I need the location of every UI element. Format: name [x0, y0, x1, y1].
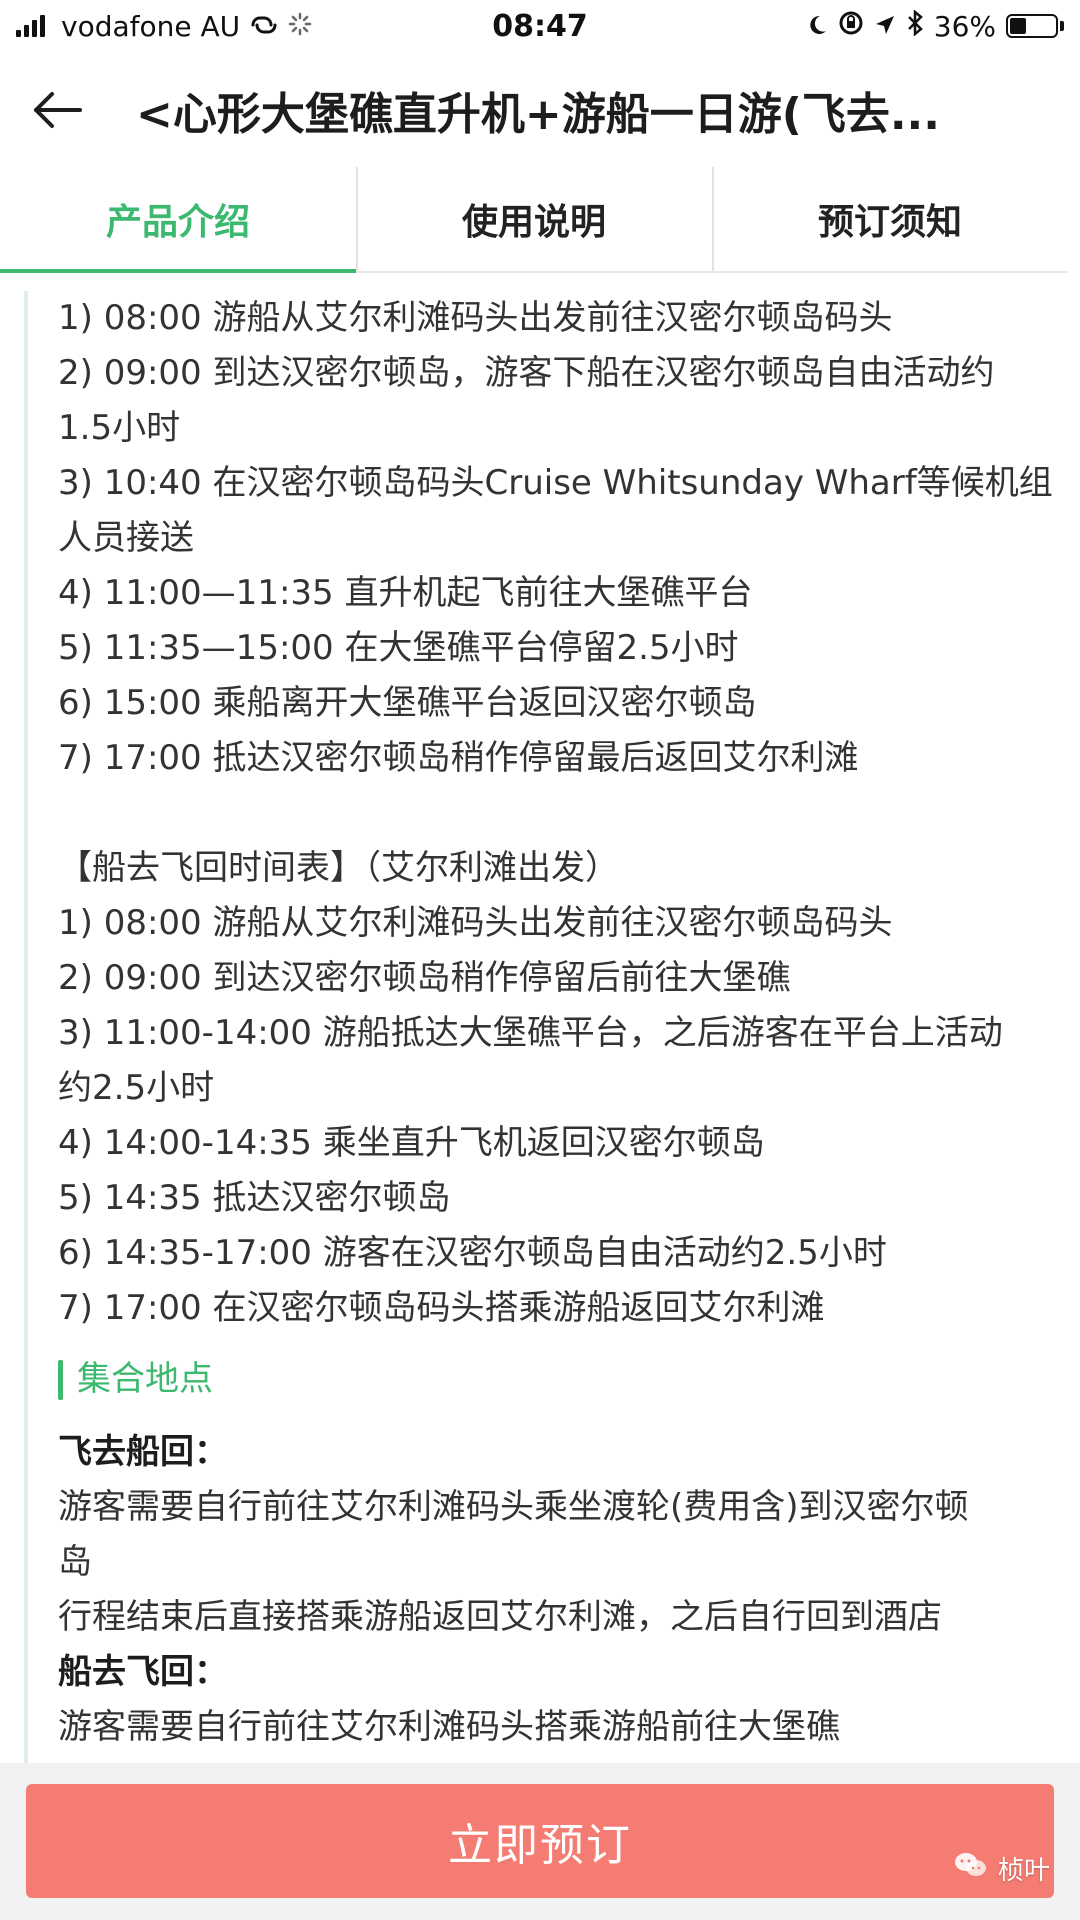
tab-bar: 产品介绍 使用说明 预订须知 [0, 167, 1068, 273]
page-title: <心形大堡礁直升机+游船一日游(飞去... [136, 88, 940, 140]
schedule2-line: 3) 11:00-14:00 游船抵达大堡礁平台，之后游客在平台上活动 [58, 1013, 1003, 1053]
status-bar: vodafone AU 08:47 36% [0, 0, 1080, 52]
section-accent-bar [58, 1359, 63, 1400]
fly-boat-line: 游客需要自行前往艾尔利滩码头乘坐渡轮(费用含)到汉密尔顿 [58, 1487, 969, 1527]
schedule1-line: 4) 11:00—11:35 直升机起飞前往大堡礁平台 [58, 573, 753, 613]
schedule2-line: 7) 17:00 在汉密尔顿岛码头搭乘游船返回艾尔利滩 [58, 1288, 825, 1328]
battery-icon [1006, 14, 1064, 38]
loading-icon [288, 10, 312, 43]
schedule1-line: 6) 15:00 乘船离开大堡礁平台返回汉密尔顿岛 [58, 683, 757, 723]
schedule2-title: 【船去飞回时间表】（艾尔利滩出发） [58, 848, 619, 888]
schedule2-line: 2) 09:00 到达汉密尔顿岛稍作停留后前往大堡礁 [58, 958, 791, 998]
section-header-meeting-point: 集合地点 [58, 1352, 1048, 1407]
content-scroll-area[interactable]: 1) 08:00 游船从艾尔利滩码头出发前往汉密尔顿岛码头 2) 09:00 到… [0, 273, 1080, 1763]
fly-boat-line: 行程结束后直接搭乘游船返回艾尔利滩，之后自行回到酒店 [58, 1597, 942, 1637]
bottom-action-bar: 立即预订 [0, 1763, 1080, 1920]
content-side-line [24, 291, 28, 1763]
watermark-text: 桢叶 [997, 1856, 1050, 1886]
tab-product-intro[interactable]: 产品介绍 [0, 167, 356, 273]
fly-boat-title: 飞去船回： [58, 1432, 228, 1472]
fly-boat-line: 岛 [58, 1542, 92, 1582]
signal-strength-icon [16, 15, 45, 37]
bluetooth-icon [906, 8, 924, 43]
schedule2-line: 4) 14:00-14:35 乘坐直升飞机返回汉密尔顿岛 [58, 1123, 765, 1163]
schedule1-line: 2) 09:00 到达汉密尔顿岛，游客下船在汉密尔顿岛自由活动约 [58, 353, 995, 393]
schedule1-line: 1) 08:00 游船从艾尔利滩码头出发前往汉密尔顿岛码头 [58, 298, 893, 338]
schedule1-line: 人员接送 [58, 518, 194, 558]
wechat-icon [954, 1851, 988, 1886]
battery-percent: 36% [933, 9, 996, 43]
schedule1-line: 1.5小时 [58, 408, 181, 448]
status-left: vodafone AU [16, 10, 312, 43]
header: <心形大堡礁直升机+游船一日游(飞去... [0, 52, 1080, 167]
link-icon [250, 10, 278, 43]
tab-usage-instructions[interactable]: 使用说明 [356, 167, 712, 271]
carrier-name: vodafone AU [61, 9, 241, 43]
back-arrow-icon [34, 91, 82, 128]
location-icon [874, 10, 896, 43]
status-time: 08:47 [492, 8, 588, 44]
status-right: 36% [806, 8, 1064, 43]
content-text: 1) 08:00 游船从艾尔利滩码头出发前往汉密尔顿岛码头 2) 09:00 到… [58, 291, 1053, 1755]
schedule1-line: 5) 11:35—15:00 在大堡礁平台停留2.5小时 [58, 628, 739, 668]
section-title: 集合地点 [77, 1359, 213, 1399]
battery-fill [1010, 18, 1026, 34]
schedule2-line: 5) 14:35 抵达汉密尔顿岛 [58, 1178, 451, 1218]
boat-fly-line: 游客需要自行前往艾尔利滩码头搭乘游船前往大堡礁 [58, 1707, 840, 1747]
tab-booking-notes[interactable]: 预订须知 [712, 167, 1068, 271]
boat-fly-title: 船去飞回： [58, 1652, 228, 1692]
schedule2-line: 6) 14:35-17:00 游客在汉密尔顿岛自由活动约2.5小时 [58, 1233, 887, 1273]
book-now-button[interactable]: 立即预订 [26, 1784, 1054, 1898]
watermark: 桢叶 [954, 1850, 1050, 1887]
schedule1-line: 7) 17:00 抵达汉密尔顿岛稍作停留最后返回艾尔利滩 [58, 738, 859, 778]
schedule2-line: 约2.5小时 [58, 1068, 215, 1108]
schedule2-line: 1) 08:00 游船从艾尔利滩码头出发前往汉密尔顿岛码头 [58, 903, 893, 943]
app-screen: vodafone AU 08:47 36% <心形大堡礁直升机+游船一日游(飞去… [0, 0, 1080, 1920]
moon-icon [806, 10, 828, 43]
back-button[interactable] [26, 78, 90, 142]
schedule1-line: 3) 10:40 在汉密尔顿岛码头Cruise Whitsunday Wharf… [58, 463, 1053, 503]
orientation-lock-icon [838, 10, 864, 43]
